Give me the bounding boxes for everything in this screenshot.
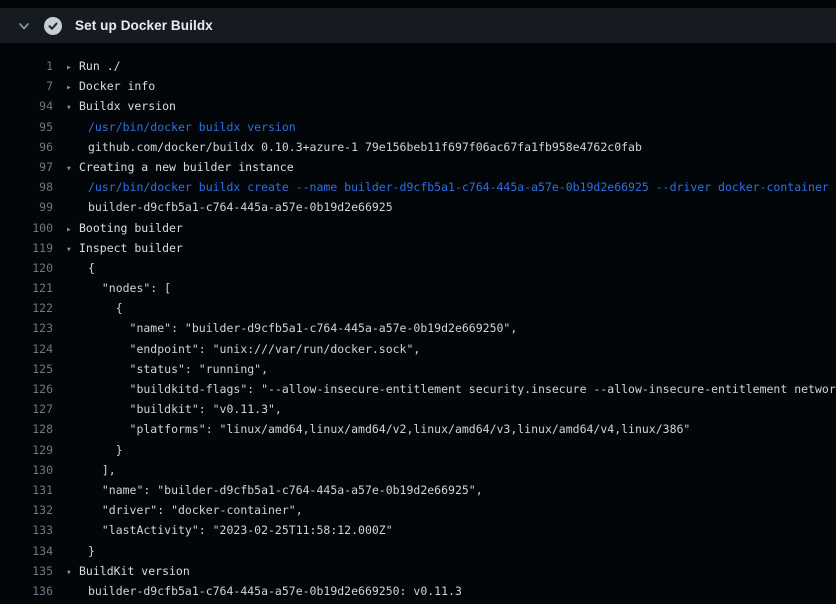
log-text: github.com/docker/buildx 0.10.3+azure-1 … [88,137,642,157]
step-title: Set up Docker Buildx [75,18,213,33]
line-number[interactable]: 134 [0,541,53,561]
log-text: "lastActivity": "2023-02-25T11:58:12.000… [88,520,393,540]
line-number[interactable]: 125 [0,359,53,379]
log-text: builder-d9cfb5a1-c764-445a-a57e-0b19d2e6… [88,581,462,601]
line-number[interactable]: 7 [0,76,53,96]
line-number[interactable]: 127 [0,399,53,419]
group-label: ▾BuildKit version [66,561,190,581]
triangle-expanded-icon[interactable]: ▾ [66,563,79,581]
status-check-icon [44,17,62,35]
log-text: ], [88,460,116,480]
log-group-row[interactable]: 135 ▾BuildKit version [0,561,836,581]
line-number[interactable]: 129 [0,440,53,460]
log-text: "name": "builder-d9cfb5a1-c764-445a-a57e… [88,480,483,500]
line-number[interactable]: 136 [0,581,53,601]
log-line-row: 123 "name": "builder-d9cfb5a1-c764-445a-… [0,318,836,338]
triangle-collapsed-icon[interactable]: ▸ [66,220,79,238]
line-number[interactable]: 98 [0,177,53,197]
line-number[interactable]: 126 [0,379,53,399]
line-number[interactable]: 119 [0,238,53,258]
log-line-row: 121 "nodes": [ [0,278,836,298]
log-text: } [88,541,95,561]
log-text: /usr/bin/docker buildx create --name bui… [88,177,829,197]
log-line-row: 96 github.com/docker/buildx 0.10.3+azure-… [0,137,836,157]
log-line-row: 120 { [0,258,836,278]
line-number[interactable]: 124 [0,339,53,359]
triangle-collapsed-icon[interactable]: ▸ [66,78,79,96]
log-line-row: 132 "driver": "docker-container", [0,500,836,520]
log-text: builder-d9cfb5a1-c764-445a-a57e-0b19d2e6… [88,197,393,217]
triangle-collapsed-icon[interactable]: ▸ [66,58,79,76]
log-line-row: 95/usr/bin/docker buildx version [0,117,836,137]
log-text: /usr/bin/docker buildx version [88,117,296,137]
group-label: ▸Docker info [66,76,155,96]
log-line-row: 133 "lastActivity": "2023-02-25T11:58:12… [0,520,836,540]
group-label: ▸Run ./ [66,56,121,76]
line-number[interactable]: 120 [0,258,53,278]
line-number[interactable]: 96 [0,137,53,157]
group-label: ▾Inspect builder [66,238,183,258]
line-number[interactable]: 132 [0,500,53,520]
log-line-row: 136 builder-d9cfb5a1-c764-445a-a57e-0b19d… [0,581,836,601]
log-line-row: 129 } [0,440,836,460]
triangle-expanded-icon[interactable]: ▾ [66,240,79,258]
log-text: "name": "builder-d9cfb5a1-c764-445a-a57e… [88,318,517,338]
log-text: "buildkit": "v0.11.3", [88,399,282,419]
log-text: { [88,258,95,278]
chevron-down-icon[interactable] [17,19,31,33]
log-text: "buildkitd-flags": "--allow-insecure-ent… [88,379,836,399]
log-line-row: 127 "buildkit": "v0.11.3", [0,399,836,419]
log-lines: 1▸Run ./7▸Docker info94▾Buildx version95… [0,43,836,601]
step-header[interactable]: Set up Docker Buildx [0,8,836,43]
line-number[interactable]: 1 [0,56,53,76]
log-line-row: 130 ], [0,460,836,480]
log-group-row[interactable]: 97 ▾Creating a new builder instance [0,157,836,177]
log-line-row: 124 "endpoint": "unix:///var/run/docker.… [0,339,836,359]
log-text: { [88,298,123,318]
log-text: } [88,440,123,460]
log-text: "nodes": [ [88,278,171,298]
triangle-expanded-icon[interactable]: ▾ [66,98,79,116]
group-label: ▸Booting builder [66,218,183,238]
line-number[interactable]: 123 [0,318,53,338]
line-number[interactable]: 97 [0,157,53,177]
log-line-row: 134} [0,541,836,561]
line-number[interactable]: 99 [0,197,53,217]
line-number[interactable]: 100 [0,218,53,238]
log-line-row: 99 builder-d9cfb5a1-c764-445a-a57e-0b19d2… [0,197,836,217]
line-number[interactable]: 130 [0,460,53,480]
line-number[interactable]: 95 [0,117,53,137]
line-number[interactable]: 121 [0,278,53,298]
triangle-expanded-icon[interactable]: ▾ [66,159,79,177]
log-text: "status": "running", [88,359,268,379]
group-label: ▾Creating a new builder instance [66,157,294,177]
log-line-row: 98/usr/bin/docker buildx create --name b… [0,177,836,197]
line-number[interactable]: 94 [0,96,53,116]
log-text: "driver": "docker-container", [88,500,303,520]
line-number[interactable]: 133 [0,520,53,540]
log-group-row[interactable]: 119 ▾Inspect builder [0,238,836,258]
log-text: "platforms": "linux/amd64,linux/amd64/v2… [88,419,690,439]
log-line-row: 122 { [0,298,836,318]
log-group-row[interactable]: 94 ▾Buildx version [0,96,836,116]
log-group-row[interactable]: 7 ▸Docker info [0,76,836,96]
line-number[interactable]: 122 [0,298,53,318]
line-number[interactable]: 135 [0,561,53,581]
log-line-row: 131 "name": "builder-d9cfb5a1-c764-445a-… [0,480,836,500]
line-number[interactable]: 128 [0,419,53,439]
log-text: "endpoint": "unix:///var/run/docker.sock… [88,339,420,359]
line-number[interactable]: 131 [0,480,53,500]
log-line-row: 128 "platforms": "linux/amd64,linux/amd6… [0,419,836,439]
log-line-row: 126 "buildkitd-flags": "--allow-insecure… [0,379,836,399]
group-label: ▾Buildx version [66,96,176,116]
log-group-row[interactable]: 100 ▸Booting builder [0,218,836,238]
log-line-row: 125 "status": "running", [0,359,836,379]
log-group-row[interactable]: 1 ▸Run ./ [0,56,836,76]
